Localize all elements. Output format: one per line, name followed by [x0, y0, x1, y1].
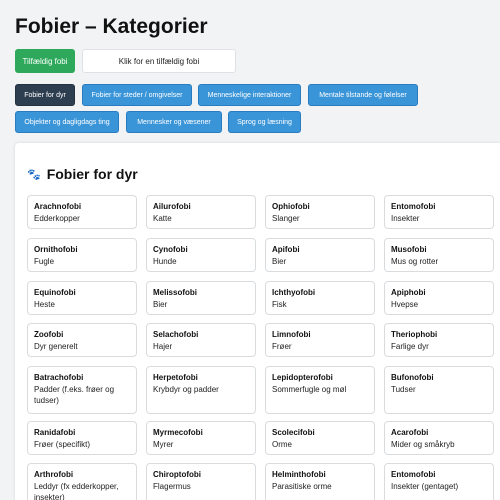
phobia-description: Parasitiske orme: [272, 482, 332, 491]
phobia-card: Zoofobi Dyr generelt: [27, 323, 137, 357]
phobia-card: Theriophobi Farlige dyr: [384, 323, 494, 357]
page-title: Fobier – Kategorier: [15, 15, 208, 38]
phobia-name: Batrachofobi: [34, 373, 84, 382]
paw-icon: 🐾: [27, 168, 41, 181]
section-title: Fobier for dyr: [46, 166, 138, 182]
phobia-description: Bier: [153, 300, 168, 309]
phobia-name: Arachnofobi: [34, 202, 82, 211]
phobia-card: Batrachofobi Padder (f.eks. frøer og tuds…: [27, 366, 137, 414]
phobia-description: Krybdyr og padder: [153, 385, 219, 394]
phobia-card: Equinofobi Heste: [27, 281, 137, 315]
phobia-description: Frøer (specifikt): [34, 440, 90, 449]
category-button-animals[interactable]: Fobier for dyr: [15, 84, 75, 106]
phobia-card: Limnofobi Frøer: [265, 323, 375, 357]
category-button-people[interactable]: Mennesker og væsener: [126, 111, 222, 133]
phobia-card: Ranidafobi Frøer (specifikt): [27, 421, 137, 455]
phobia-name: Ichthyofobi: [272, 288, 316, 297]
phobia-name: Myrmecofobi: [153, 428, 203, 437]
phobia-name: Musofobi: [391, 245, 427, 254]
phobia-name: Selachofobi: [153, 330, 199, 339]
phobia-description: Bier: [272, 257, 287, 266]
phobia-card: Selachofobi Hajer: [146, 323, 256, 357]
phobia-card: Ornithofobi Fugle: [27, 238, 137, 272]
phobia-card: Arachnofobi Edderkopper: [27, 195, 137, 229]
phobia-card: Ailurofobi Katte: [146, 195, 256, 229]
phobia-card: Musofobi Mus og rotter: [384, 238, 494, 272]
phobia-name: Acarofobi: [391, 428, 429, 437]
phobia-name: Lepidopterofobi: [272, 373, 333, 382]
phobia-name: Ranidafobi: [34, 428, 76, 437]
phobia-description: Insekter: [391, 214, 420, 223]
phobia-card: Apifobi Bier: [265, 238, 375, 272]
phobia-card: Apiphobi Hvepse: [384, 281, 494, 315]
category-button-language[interactable]: Sprog og læsning: [228, 111, 301, 133]
phobia-name: Arthrofobi: [34, 470, 74, 479]
phobia-name: Chiroptofobi: [153, 470, 201, 479]
phobia-description: Mus og rotter: [391, 257, 439, 266]
phobia-description: Katte: [153, 214, 172, 223]
phobia-card: Scolecifobi Orme: [265, 421, 375, 455]
phobia-name: Melissofobi: [153, 288, 198, 297]
phobia-description: Orme: [272, 440, 292, 449]
phobia-description: Slanger: [272, 214, 300, 223]
phobia-description: Hajer: [153, 342, 173, 351]
phobia-card: Myrmecofobi Myrer: [146, 421, 256, 455]
random-phobia-output: Klik for en tilfældig fobi: [82, 49, 236, 73]
phobia-card: Arthrofobi Leddyr (fx edderkopper, insekt…: [27, 463, 137, 500]
phobia-card: Cynofobi Hunde: [146, 238, 256, 272]
phobia-name: Apifobi: [272, 245, 300, 254]
phobia-description: Leddyr (fx edderkopper, insekter): [34, 482, 119, 500]
phobia-name: Entomofobi: [391, 202, 436, 211]
phobia-description: Dyr generelt: [34, 342, 78, 351]
phobia-card: Chiroptofobi Flagermus: [146, 463, 256, 500]
category-button-objects[interactable]: Objekter og dagligdags ting: [15, 111, 119, 133]
phobia-description: Hvepse: [391, 300, 419, 309]
phobia-description: Edderkopper: [34, 214, 80, 223]
phobia-name: Ailurofobi: [153, 202, 191, 211]
phobia-name: Apiphobi: [391, 288, 426, 297]
phobia-name: Theriophobi: [391, 330, 438, 339]
section-heading: 🐾 Fobier for dyr: [27, 166, 138, 182]
phobia-name: Bufonofobi: [391, 373, 434, 382]
phobia-name: Helminthofobi: [272, 470, 326, 479]
phobia-description: Myrer: [153, 440, 174, 449]
phobia-description: Hunde: [153, 257, 177, 266]
phobia-description: Frøer: [272, 342, 292, 351]
phobia-card: Ophiofobi Slanger: [265, 195, 375, 229]
phobia-card: Ichthyofobi Fisk: [265, 281, 375, 315]
phobia-description: Mider og småkryb: [391, 440, 455, 449]
phobia-description: Fisk: [272, 300, 287, 309]
phobia-name: Herpetofobi: [153, 373, 198, 382]
phobia-card: Lepidopterofobi Sommerfugle og møl: [265, 366, 375, 414]
phobia-name: Zoofobi: [34, 330, 64, 339]
phobia-description: Fugle: [34, 257, 55, 266]
phobia-card: Acarofobi Mider og småkryb: [384, 421, 494, 455]
phobia-name: Ornithofobi: [34, 245, 78, 254]
phobia-card: Helminthofobi Parasitiske orme: [265, 463, 375, 500]
phobia-name: Equinofobi: [34, 288, 76, 297]
phobia-name: Scolecifobi: [272, 428, 315, 437]
phobia-description: Heste: [34, 300, 55, 309]
phobia-description: Sommerfugle og møl: [272, 385, 347, 394]
category-button-mental-states[interactable]: Mentale tilstande og følelser: [308, 84, 418, 106]
phobia-name: Ophiofobi: [272, 202, 310, 211]
category-button-places[interactable]: Fobier for steder / omgivelser: [82, 84, 192, 106]
phobia-card: Entomofobi Insekter: [384, 195, 494, 229]
phobia-description: Insekter (gentaget): [391, 482, 459, 491]
phobia-name: Entomofobi: [391, 470, 436, 479]
phobia-name: Cynofobi: [153, 245, 188, 254]
phobia-card: Entomofobi Insekter (gentaget): [384, 463, 494, 500]
phobia-name: Limnofobi: [272, 330, 311, 339]
category-button-interactions[interactable]: Menneskelige interaktioner: [198, 84, 301, 106]
phobia-card: Melissofobi Bier: [146, 281, 256, 315]
random-phobia-button[interactable]: Tilfældig fobi: [15, 49, 75, 73]
phobia-card: Bufonofobi Tudser: [384, 366, 494, 414]
phobia-description: Tudser: [391, 385, 416, 394]
phobia-card: Herpetofobi Krybdyr og padder: [146, 366, 256, 414]
phobia-description: Farlige dyr: [391, 342, 429, 351]
phobia-description: Padder (f.eks. frøer og tudser): [34, 385, 115, 405]
phobia-description: Flagermus: [153, 482, 191, 491]
